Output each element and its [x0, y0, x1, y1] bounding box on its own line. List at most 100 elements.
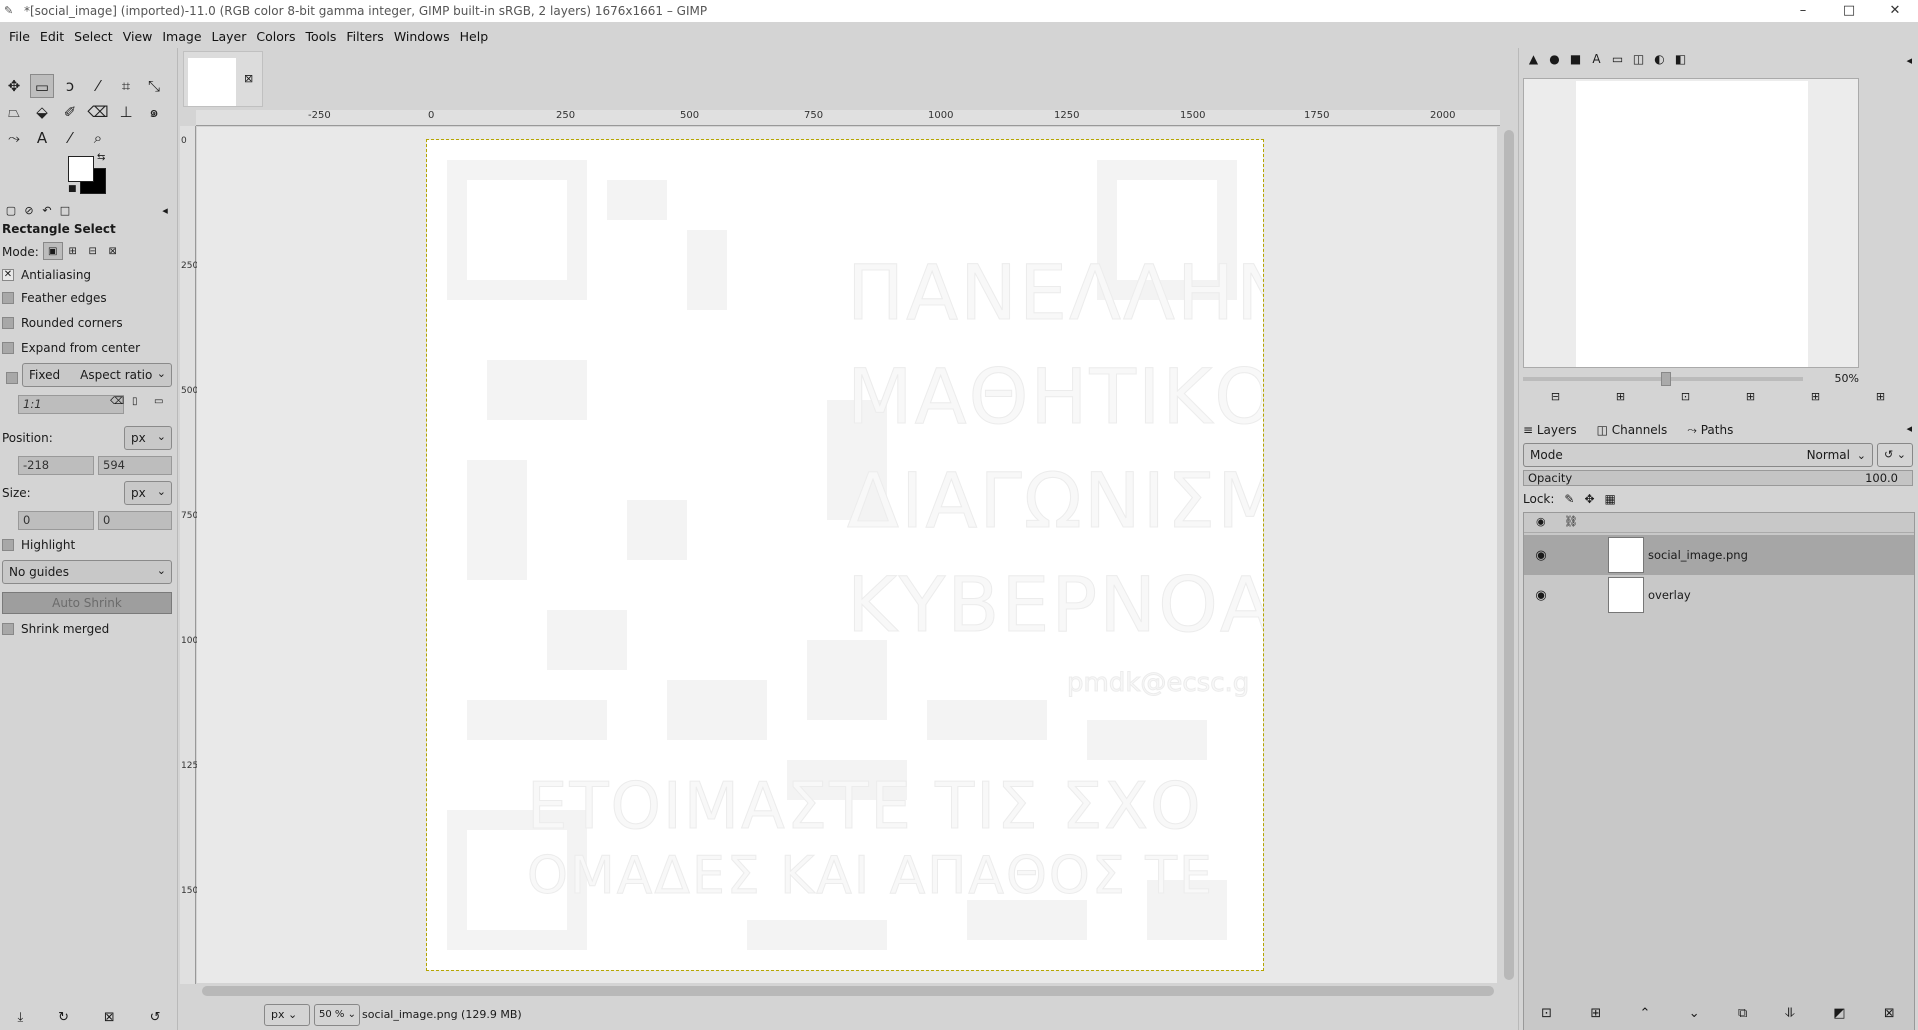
lock-position-icon[interactable]: ✥ — [1584, 492, 1594, 506]
position-y-field[interactable]: 594 — [98, 456, 172, 475]
zoom-knob[interactable] — [1661, 372, 1671, 386]
device-status-tab-icon[interactable]: ⊘ — [20, 204, 38, 217]
tool-options-tab-icon[interactable]: ▢ — [2, 204, 20, 217]
fit-image-icon[interactable]: ⊞ — [1746, 390, 1755, 403]
menu-help[interactable]: Help — [455, 29, 494, 44]
horizontal-scroll-thumb[interactable] — [202, 986, 1494, 996]
antialiasing-checkbox[interactable]: ✕ — [2, 269, 14, 281]
brush-icon[interactable]: ● — [1544, 52, 1565, 70]
raise-layer-icon[interactable]: ⌃ — [1640, 1006, 1651, 1021]
undo-history-tab-icon[interactable]: ↶ — [38, 204, 56, 217]
ratio-field[interactable]: 1:1 — [18, 395, 124, 414]
merge-layer-icon[interactable]: ⥥ — [1786, 1006, 1795, 1021]
shrink-merged-checkbox[interactable] — [2, 623, 14, 635]
menu-layer[interactable]: Layer — [207, 29, 252, 44]
font-icon[interactable]: A — [1586, 52, 1607, 70]
mode-add-icon[interactable]: ⊞ — [63, 243, 83, 261]
expand-option[interactable]: Expand from center — [2, 341, 140, 355]
shrink-merged-option[interactable]: Shrink merged — [2, 622, 109, 636]
menu-edit[interactable]: Edit — [35, 29, 69, 44]
navigation-icon[interactable]: ◫ — [1628, 52, 1649, 70]
horizontal-ruler[interactable]: -250 0 250 500 750 1000 1250 1500 1750 2… — [196, 110, 1500, 126]
status-zoom-select[interactable]: 50 % ⌄ — [314, 1004, 360, 1026]
zoom-out-icon[interactable]: ⊟ — [1551, 390, 1560, 403]
gradient-icon[interactable]: ◧ — [1670, 52, 1691, 70]
warp-tool-icon[interactable]: ⏢ — [2, 100, 26, 124]
minimize-button[interactable]: – — [1780, 0, 1826, 22]
tab-channels[interactable]: ◫ Channels — [1597, 423, 1678, 437]
shrink-wrap-icon[interactable]: ⊞ — [1876, 390, 1885, 403]
lasso-tool-icon[interactable]: ↄ — [58, 74, 82, 98]
navigator-zoom-slider[interactable]: 50% — [1523, 372, 1859, 386]
fixed-aspect-combo[interactable]: Fixed Aspect ratio ⌄ — [22, 363, 172, 387]
image-canvas[interactable]: ΠΑΝΕΛΛΗΝ ΜΑΘΗΤΙΚΟ ΔΙΑΓΩΝΙΣΜ ΚΥΒΕΡΝΟΑ pmd… — [426, 139, 1264, 971]
rounded-checkbox[interactable] — [2, 317, 14, 329]
feather-option[interactable]: Feather edges — [2, 291, 107, 305]
rect-select-tool-icon[interactable]: ▭ — [30, 74, 54, 98]
portrait-icon[interactable]: ▯ — [132, 396, 138, 407]
text-tool-icon[interactable]: A — [30, 126, 54, 150]
antialiasing-option[interactable]: ✕ Antialiasing — [2, 268, 91, 282]
bucket-fill-tool-icon[interactable]: ⬙ — [30, 100, 54, 124]
vertical-scroll-thumb[interactable] — [1504, 130, 1514, 980]
size-unit-combo[interactable]: px ⌄ — [124, 481, 172, 505]
image-tab[interactable]: ⊠ — [183, 51, 263, 107]
vertical-ruler[interactable]: 0 250 500 750 1000 1250 1500 — [180, 126, 204, 984]
menu-image[interactable]: Image — [157, 29, 206, 44]
fixed-checkbox[interactable] — [6, 372, 18, 384]
vertical-scrollbar[interactable] — [1500, 126, 1518, 984]
status-unit-select[interactable]: px ⌄ — [264, 1004, 310, 1026]
dynamics-icon[interactable]: ◐ — [1649, 52, 1670, 70]
save-options-icon[interactable]: ⤓ — [17, 1010, 23, 1025]
new-group-icon[interactable]: ⊞ — [1590, 1006, 1601, 1021]
lower-layer-icon[interactable]: ⌄ — [1689, 1006, 1700, 1021]
size-height-field[interactable]: 0 — [98, 511, 172, 530]
layer-mode-select[interactable]: Mode Normal ⌄ — [1523, 443, 1873, 467]
rounded-option[interactable]: Rounded corners — [2, 316, 123, 330]
fuzzy-select-tool-icon[interactable]: ⁄ — [86, 74, 110, 98]
tab-layers[interactable]: ≡ Layers — [1523, 423, 1587, 437]
auto-shrink-button[interactable]: Auto Shrink — [2, 592, 172, 614]
fill-window-icon[interactable]: ⊞ — [1811, 390, 1820, 403]
close-button[interactable]: ✕ — [1872, 0, 1918, 22]
duplicate-layer-icon[interactable]: ⧉ — [1738, 1006, 1747, 1021]
delete-layer-icon[interactable]: ⊠ — [1884, 1006, 1895, 1021]
clone-tool-icon[interactable]: ⊥ — [114, 100, 138, 124]
highlight-checkbox[interactable] — [2, 539, 14, 551]
position-unit-combo[interactable]: px ⌄ — [124, 426, 172, 450]
size-width-field[interactable]: 0 — [18, 511, 94, 530]
horizontal-scrollbar[interactable] — [196, 983, 1500, 999]
navigator-preview[interactable] — [1523, 78, 1859, 368]
menu-colors[interactable]: Colors — [251, 29, 300, 44]
menu-select[interactable]: Select — [69, 29, 118, 44]
highlight-option[interactable]: Highlight — [2, 538, 75, 552]
layers-dock-menu-icon[interactable]: ◂ — [1906, 422, 1912, 435]
menu-windows[interactable]: Windows — [389, 29, 455, 44]
reset-options-icon[interactable]: ↺ — [150, 1010, 161, 1025]
reset-colors-icon[interactable]: ■ — [68, 184, 77, 194]
delete-options-icon[interactable]: ⊠ — [104, 1010, 115, 1025]
foreground-color-swatch[interactable] — [68, 156, 94, 182]
layer-row[interactable]: ◉ overlay — [1524, 575, 1914, 615]
expand-checkbox[interactable] — [2, 342, 14, 354]
restore-options-icon[interactable]: ↻ — [58, 1010, 69, 1025]
landscape-icon[interactable]: ▭ — [154, 396, 163, 407]
clear-icon[interactable]: ⌫ — [110, 396, 124, 407]
menu-filters[interactable]: Filters — [341, 29, 388, 44]
position-x-field[interactable]: -218 — [18, 456, 94, 475]
eye-icon[interactable]: ◉ — [1526, 588, 1556, 603]
menu-view[interactable]: View — [118, 29, 158, 44]
swap-colors-icon[interactable]: ⇆ — [97, 152, 105, 163]
transform-tool-icon[interactable]: ⤡ — [142, 74, 166, 98]
tab-paths[interactable]: ⤳ Paths — [1687, 423, 1743, 438]
menu-file[interactable]: File — [4, 29, 35, 44]
maximize-button[interactable]: □ — [1826, 0, 1872, 22]
zoom-1-1-icon[interactable]: ⊡ — [1681, 390, 1690, 403]
mode-intersect-icon[interactable]: ⊠ — [103, 243, 123, 261]
menu-tools[interactable]: Tools — [301, 29, 342, 44]
crop-tool-icon[interactable]: ⌗ — [114, 74, 138, 98]
composite-mode-button[interactable]: ↺ ⌄ — [1877, 443, 1913, 467]
paintbrush-tool-icon[interactable]: ✐ — [58, 100, 82, 124]
feather-checkbox[interactable] — [2, 292, 14, 304]
tool-options-icon[interactable]: ▲ — [1523, 52, 1544, 70]
